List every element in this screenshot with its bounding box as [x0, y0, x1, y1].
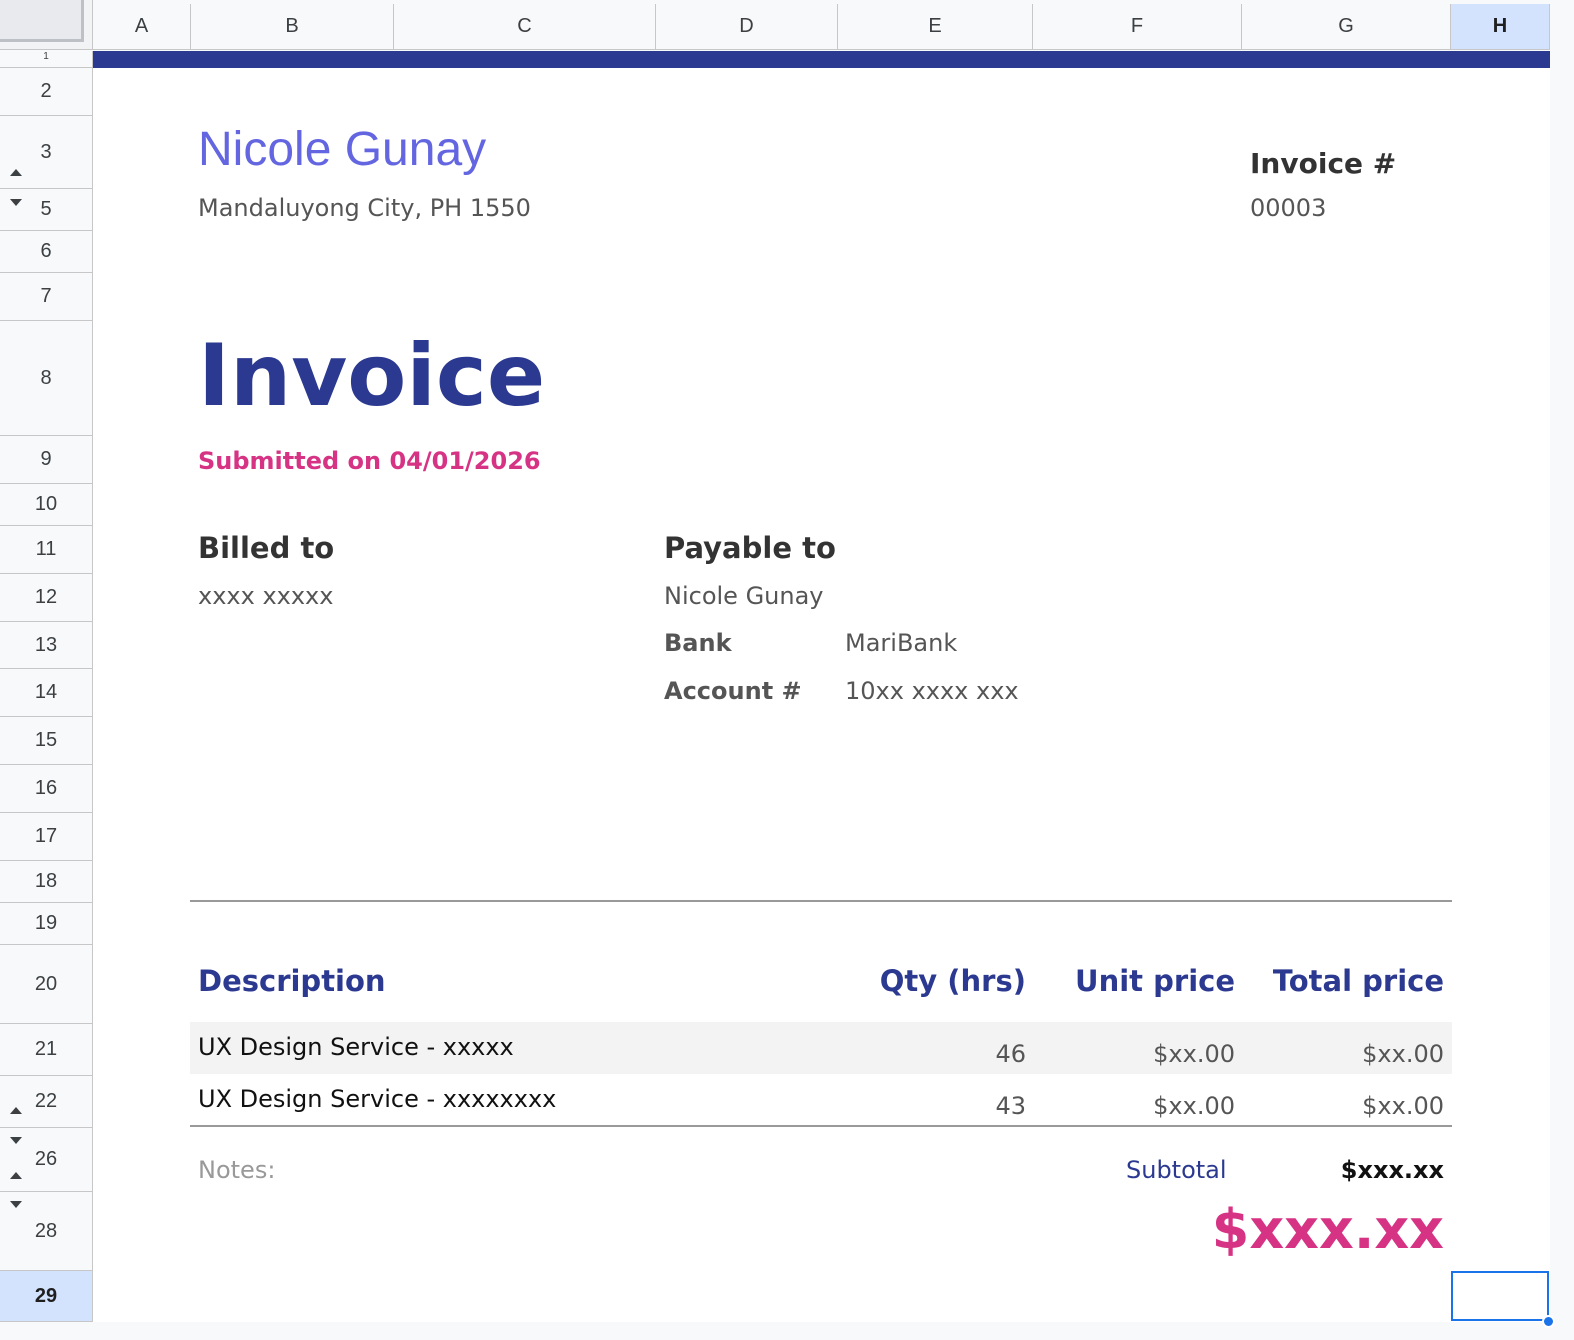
account-label[interactable]: Account # — [664, 677, 802, 705]
invoice-title[interactable]: Invoice — [198, 326, 545, 426]
row-header-9[interactable]: 9 — [0, 436, 93, 484]
sender-address[interactable]: Mandaluyong City, PH 1550 — [198, 194, 531, 222]
payable-to-heading[interactable]: Payable to — [664, 531, 836, 565]
payable-to-name[interactable]: Nicole Gunay — [664, 582, 824, 610]
item-description[interactable]: UX Design Service - xxxxx — [198, 1033, 514, 1061]
row-header-7[interactable]: 7 — [0, 273, 93, 321]
column-header-g[interactable]: G — [1242, 4, 1451, 50]
row-header-12[interactable]: 12 — [0, 574, 93, 622]
column-header-e[interactable]: E — [838, 4, 1033, 50]
select-all-corner[interactable] — [0, 0, 93, 50]
item-qty[interactable]: 46 — [995, 1040, 1026, 1068]
row-header-6[interactable]: 6 — [0, 231, 93, 273]
expand-rows-icon[interactable] — [10, 199, 22, 206]
notes-label[interactable]: Notes: — [198, 1156, 275, 1184]
collapse-rows-icon[interactable] — [10, 169, 22, 176]
row-header-21[interactable]: 21 — [0, 1024, 93, 1076]
row-header-8[interactable]: 8 — [0, 321, 93, 436]
collapse-rows-icon[interactable] — [10, 1172, 22, 1179]
expand-rows-icon[interactable] — [10, 1137, 22, 1144]
row-header-22[interactable]: 22 — [0, 1076, 93, 1128]
total-price-column-header[interactable]: Total price — [1273, 964, 1444, 998]
item-qty[interactable]: 43 — [995, 1092, 1026, 1120]
column-header-f[interactable]: F — [1033, 4, 1242, 50]
bank-value[interactable]: MariBank — [845, 629, 957, 657]
item-unit-price[interactable]: $xx.00 — [1153, 1092, 1235, 1120]
sender-name[interactable]: Nicole Gunay — [198, 122, 486, 177]
column-header-c[interactable]: C — [394, 4, 656, 50]
row-header-18[interactable]: 18 — [0, 861, 93, 903]
row-header-19[interactable]: 19 — [0, 903, 93, 945]
row-header-13[interactable]: 13 — [0, 622, 93, 669]
expand-rows-icon[interactable] — [10, 1201, 22, 1208]
column-header-h[interactable]: H — [1451, 4, 1550, 50]
header-accent-bar — [93, 51, 1550, 68]
collapse-rows-icon[interactable] — [10, 1107, 22, 1114]
column-header-b[interactable]: B — [191, 4, 394, 50]
fill-handle[interactable] — [1542, 1315, 1555, 1328]
subtotal-value[interactable]: $xxx.xx — [1341, 1156, 1444, 1184]
description-column-header[interactable]: Description — [198, 964, 386, 998]
row-header-20[interactable]: 20 — [0, 945, 93, 1024]
sheet-grid[interactable] — [93, 51, 1550, 1322]
row-header-2[interactable]: 2 — [0, 68, 93, 116]
submitted-date[interactable]: Submitted on 04/01/2026 — [198, 447, 541, 475]
row-header-16[interactable]: 16 — [0, 765, 93, 813]
row-header-1[interactable]: 1 — [0, 51, 93, 68]
grand-total[interactable]: $xxx.xx — [1212, 1198, 1444, 1261]
bank-label[interactable]: Bank — [664, 629, 732, 657]
row-header-14[interactable]: 14 — [0, 669, 93, 717]
row-header-29[interactable]: 29 — [0, 1271, 93, 1322]
row-header-11[interactable]: 11 — [0, 526, 93, 574]
item-unit-price[interactable]: $xx.00 — [1153, 1040, 1235, 1068]
invoice-number-label[interactable]: Invoice # — [1250, 147, 1396, 180]
row-header-5[interactable]: 5 — [0, 189, 93, 231]
row-header-3[interactable]: 3 — [0, 116, 93, 189]
column-header-a[interactable]: A — [93, 4, 191, 50]
row-header-10[interactable]: 10 — [0, 484, 93, 526]
billed-to-name[interactable]: xxxx xxxxx — [198, 582, 333, 610]
row-header-15[interactable]: 15 — [0, 717, 93, 765]
item-total-price[interactable]: $xx.00 — [1362, 1040, 1444, 1068]
select-all-corner-inner[interactable] — [0, 0, 84, 42]
unit-price-column-header[interactable]: Unit price — [1075, 964, 1235, 998]
active-cell-selection[interactable] — [1451, 1271, 1549, 1321]
qty-column-header[interactable]: Qty (hrs) — [880, 964, 1026, 998]
row-header-17[interactable]: 17 — [0, 813, 93, 861]
item-description[interactable]: UX Design Service - xxxxxxxx — [198, 1085, 556, 1113]
item-total-price[interactable]: $xx.00 — [1362, 1092, 1444, 1120]
section-divider — [190, 900, 1452, 902]
table-bottom-border — [190, 1125, 1452, 1127]
column-header-d[interactable]: D — [656, 4, 838, 50]
subtotal-label[interactable]: Subtotal — [1126, 1156, 1227, 1184]
billed-to-heading[interactable]: Billed to — [198, 531, 334, 565]
invoice-number[interactable]: 00003 — [1250, 194, 1326, 222]
account-value[interactable]: 10xx xxxx xxx — [845, 677, 1019, 705]
